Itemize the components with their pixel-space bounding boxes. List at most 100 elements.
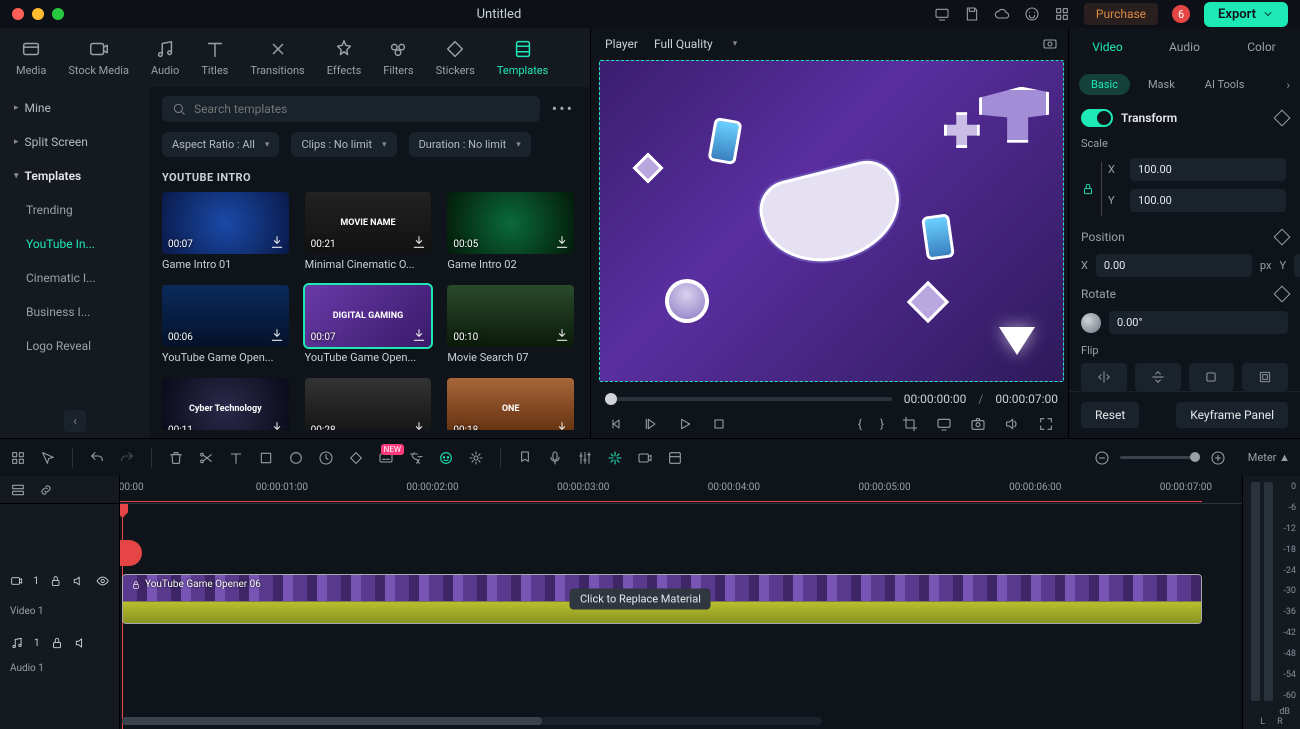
ai-icon[interactable]	[438, 450, 454, 466]
sidebar-collapse[interactable]: ‹	[64, 410, 86, 432]
export-button[interactable]: Export	[1204, 2, 1288, 27]
download-icon[interactable]	[269, 327, 285, 343]
download-icon[interactable]	[269, 234, 285, 250]
fill-icon[interactable]	[1242, 363, 1288, 391]
pointer-icon[interactable]	[40, 450, 56, 466]
subtab-more-icon[interactable]: ›	[1286, 78, 1290, 92]
panel-subtab-ai-tools[interactable]: AI Tools	[1193, 74, 1257, 95]
rotate-input[interactable]	[1109, 311, 1288, 334]
mute-track-icon[interactable]	[72, 574, 85, 588]
media-tab-stock-media[interactable]: Stock Media	[60, 34, 137, 81]
template-card[interactable]: 00:28	[305, 378, 432, 430]
media-tab-templates[interactable]: Templates	[489, 34, 556, 81]
media-tab-filters[interactable]: Filters	[375, 34, 421, 81]
panel-subtab-basic[interactable]: Basic	[1079, 74, 1130, 95]
play-backward-icon[interactable]	[643, 416, 659, 432]
hide-track-icon[interactable]	[96, 574, 109, 588]
template-card[interactable]: MOVIE NAME00:21Minimal Cinematic O...	[305, 192, 432, 271]
media-tab-media[interactable]: Media	[8, 34, 54, 81]
effects-tool-icon[interactable]	[468, 450, 484, 466]
translate-icon[interactable]	[408, 450, 424, 466]
volume-icon[interactable]	[1004, 416, 1020, 432]
redo-icon[interactable]	[119, 450, 135, 466]
sidebar-mine[interactable]: ▸Mine	[0, 91, 150, 125]
crop-icon[interactable]	[902, 416, 918, 432]
grid-icon[interactable]	[10, 450, 26, 466]
transform-toggle[interactable]	[1081, 109, 1113, 127]
timeline-clip[interactable]: YouTube Game Opener 06 Click to Replace …	[122, 574, 1202, 624]
search-input[interactable]	[194, 102, 530, 116]
play-icon[interactable]	[677, 416, 693, 432]
filter-duration[interactable]: Duration : No limit▾	[409, 132, 531, 157]
fit-icon[interactable]	[1189, 363, 1235, 391]
filter-aspect-ratio[interactable]: Aspect Ratio : All▾	[162, 132, 279, 157]
transform-keyframe[interactable]	[1274, 110, 1291, 127]
sidebar-sub-1[interactable]: YouTube In...	[0, 227, 150, 261]
keyframe-icon[interactable]	[348, 450, 364, 466]
keyframe-panel-button[interactable]: Keyframe Panel	[1176, 402, 1288, 428]
stop-icon[interactable]	[711, 416, 727, 432]
media-tab-effects[interactable]: Effects	[319, 34, 370, 81]
template-card[interactable]: 00:06YouTube Game Open...	[162, 285, 289, 364]
lock-audio-icon[interactable]	[50, 636, 64, 650]
mark-out-icon[interactable]: }	[880, 417, 884, 431]
timeline-scrollbar[interactable]	[122, 717, 822, 725]
download-icon[interactable]	[554, 327, 570, 343]
download-icon[interactable]	[554, 234, 570, 250]
panel-subtab-mask[interactable]: Mask	[1136, 74, 1187, 95]
panel-tab-color[interactable]: Color	[1223, 30, 1300, 64]
mark-in-icon[interactable]: {	[858, 417, 862, 431]
sidebar-templates[interactable]: ▾Templates	[0, 159, 150, 193]
marker-icon[interactable]	[517, 450, 533, 466]
media-tab-transitions[interactable]: Transitions	[242, 34, 312, 81]
close-window[interactable]	[12, 8, 24, 20]
cloud-icon[interactable]	[994, 6, 1010, 22]
download-icon[interactable]	[411, 420, 427, 430]
timeline-tracks[interactable]: YouTube Game Opener 06 Click to Replace …	[120, 504, 1242, 729]
lock-icon[interactable]	[1081, 182, 1095, 196]
sidebar-sub-4[interactable]: Logo Reveal	[0, 329, 150, 363]
device-icon[interactable]	[934, 6, 950, 22]
undo-icon[interactable]	[89, 450, 105, 466]
delete-icon[interactable]	[168, 450, 184, 466]
split-icon[interactable]	[198, 450, 214, 466]
text-icon[interactable]	[228, 450, 244, 466]
template-card[interactable]: Cyber Technology00:11	[162, 378, 289, 430]
pos-x-input[interactable]	[1096, 254, 1252, 277]
more-icon[interactable]: •••	[548, 95, 578, 122]
template-card[interactable]: 00:07Game Intro 01	[162, 192, 289, 271]
scale-x-input[interactable]	[1130, 158, 1286, 181]
voiceover-icon[interactable]	[547, 450, 563, 466]
search-templates[interactable]	[162, 96, 540, 122]
template-card[interactable]: DIGITAL GAMING00:07YouTube Game Open...	[305, 285, 432, 364]
quality-select[interactable]: Full Quality▾	[654, 37, 737, 51]
video-track-head[interactable]: 1	[0, 556, 119, 606]
panel-tab-audio[interactable]: Audio	[1146, 30, 1223, 64]
template-card[interactable]: 00:10Movie Search 07	[447, 285, 574, 364]
media-tab-audio[interactable]: Audio	[143, 34, 187, 81]
render-icon[interactable]	[607, 450, 623, 466]
media-tab-stickers[interactable]: Stickers	[428, 34, 483, 81]
sidebar-sub-2[interactable]: Cinematic I...	[0, 261, 150, 295]
flip-horizontal[interactable]	[1081, 363, 1127, 391]
subtitle-icon[interactable]: NEW	[378, 450, 394, 466]
scale-y-input[interactable]	[1130, 189, 1286, 212]
seek-bar[interactable]	[605, 397, 892, 401]
crop-tool-icon[interactable]	[258, 450, 274, 466]
record-icon[interactable]	[637, 450, 653, 466]
flip-vertical[interactable]	[1135, 363, 1181, 391]
download-icon[interactable]	[554, 420, 570, 430]
rotate-keyframe[interactable]	[1274, 286, 1291, 303]
timeline-ruler[interactable]: 00:0000:00:01:0000:00:02:0000:00:03:0000…	[120, 476, 1242, 504]
adjustment-icon[interactable]	[667, 450, 683, 466]
download-icon[interactable]	[411, 234, 427, 250]
zoom-out-icon[interactable]	[1094, 450, 1110, 466]
rotate-dial[interactable]	[1081, 313, 1101, 333]
notification-badge[interactable]: 6	[1172, 5, 1190, 23]
minimize-window[interactable]	[32, 8, 44, 20]
purchase-button[interactable]: Purchase	[1084, 3, 1158, 25]
template-card[interactable]: ONE00:18	[447, 378, 574, 430]
display-icon[interactable]	[936, 416, 952, 432]
audio-track-head[interactable]: 1	[0, 623, 119, 663]
prev-frame-icon[interactable]	[609, 416, 625, 432]
